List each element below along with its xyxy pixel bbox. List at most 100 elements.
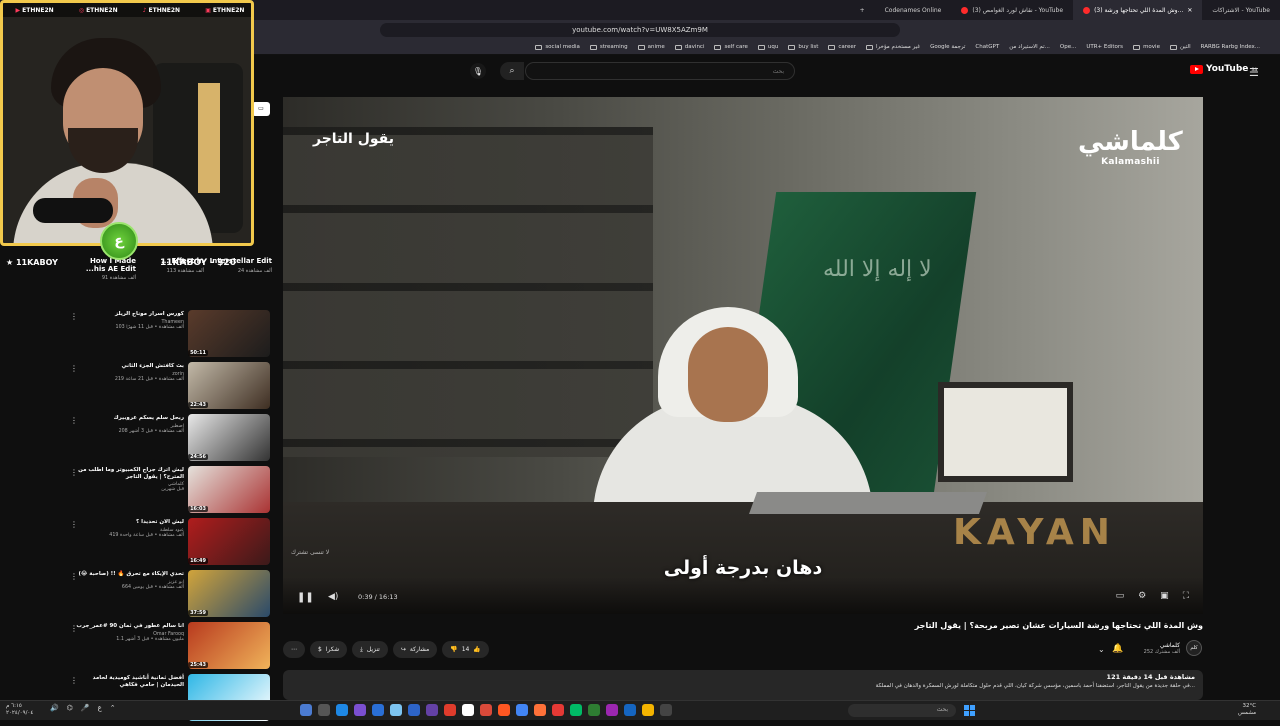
tab-subscriptions[interactable]: الاشتراكات - YouTube	[1202, 0, 1280, 20]
related-video-item[interactable]: ⋮ ليش اترك جراج الكمبيوتر وما اطلب من الم…	[68, 466, 272, 518]
bookmark-item[interactable]: davinci	[674, 44, 704, 50]
bookmark-item[interactable]: غير مستخدم مؤخرا	[865, 44, 920, 50]
tab-current-video[interactable]: (3) وش المدة اللي تحتاجها ورشة... ✕	[1073, 0, 1203, 20]
volume-icon[interactable]: ◀)	[328, 592, 338, 602]
menu-icon[interactable]: ☰	[1249, 66, 1259, 79]
related-video-item[interactable]: ⋮ ربحل سلم يسكم عروبيرك اصطبر 208 ألف مشاهد…	[68, 414, 272, 466]
related-title[interactable]: أفضل ثمانية أناشيد كوميدية لحامد الحيدما…	[74, 675, 184, 688]
chevron-down-icon[interactable]: ⌄	[1098, 645, 1105, 654]
like-dislike-button[interactable]: 👎 14 👍	[442, 641, 489, 658]
thanks-button[interactable]: $ شكرا	[310, 641, 348, 658]
tray-expand-icon[interactable]: ⌃	[110, 704, 116, 712]
share-button[interactable]: ↪ مشاركة	[392, 641, 438, 658]
download-button[interactable]: ⤓ تنزيل	[352, 641, 388, 658]
app-icon[interactable]	[336, 704, 348, 716]
mic-icon[interactable]: 🎙	[470, 63, 486, 79]
bookmark-item[interactable]: تم الاستيراد من...	[1009, 44, 1050, 50]
short-item[interactable]: Interstellar Edit 24 ألف مشاهدة	[206, 257, 272, 273]
video-player[interactable]: لا إله إلا الله KAYAN كلماشي Kalamashii …	[283, 97, 1203, 614]
weather-widget[interactable]: 32°C مشمس	[1238, 703, 1256, 716]
folder-icon[interactable]	[642, 704, 654, 716]
close-icon[interactable]: ✕	[1187, 7, 1192, 14]
windows-start-icon[interactable]	[964, 705, 975, 716]
app-icon[interactable]	[480, 704, 492, 716]
network-tray-icon[interactable]: ⌬	[67, 704, 73, 712]
settings-icon[interactable]: ⚙	[1138, 591, 1146, 601]
app-icon[interactable]	[462, 704, 474, 716]
related-video-item[interactable]: ⋮ كورس اسرار موناج الريلز Thameen 103 ألف م…	[68, 310, 272, 362]
url-field[interactable]: youtube.com/watch?v=UW8X5AZm9M	[380, 23, 900, 37]
app-icon[interactable]	[606, 704, 618, 716]
bookmark-item[interactable]: movie	[1133, 44, 1160, 50]
app-icon[interactable]	[444, 704, 456, 716]
firefox-icon[interactable]	[534, 704, 546, 716]
like-icon[interactable]: 👍	[473, 646, 480, 653]
youtube-logo[interactable]: YouTube SA	[1190, 64, 1257, 74]
bookmark-item[interactable]: التين	[1169, 44, 1191, 50]
bookmark-item[interactable]: career	[828, 44, 856, 50]
app-icon[interactable]	[372, 704, 384, 716]
channel-name[interactable]: كلماشي	[1144, 642, 1180, 649]
fullscreen-icon[interactable]: ⛶	[1183, 591, 1189, 601]
related-views: 208 ألف مشاهدة • قبل 3 أشهر	[118, 428, 184, 434]
sidebar-chip[interactable]: ▭	[252, 102, 270, 116]
app-icon[interactable]	[426, 704, 438, 716]
app-icon[interactable]	[552, 704, 564, 716]
app-icon[interactable]	[300, 704, 312, 716]
bookmark-item[interactable]: Ope...	[1060, 44, 1076, 50]
bookmark-item[interactable]: streaming	[589, 44, 628, 50]
channel-avatar[interactable]: كلم	[1186, 640, 1202, 656]
bookmark-item[interactable]: Google ترجمة	[930, 44, 965, 50]
short-item[interactable]: ... Effect in 113 ألف مشاهدة	[138, 257, 204, 273]
bell-icon[interactable]: 🔔	[1112, 644, 1123, 654]
short-item[interactable]: How I Made ...his AE Edit 91 ألف مشاهدة	[70, 257, 136, 281]
bookmark-item[interactable]: buy list	[788, 44, 818, 50]
app-icon[interactable]	[354, 704, 366, 716]
related-video-item[interactable]: ⋮ انا سالم عطور في ثمان 90 #عمر_جرب Omar F…	[68, 622, 272, 674]
dislike-icon[interactable]: 👎	[450, 646, 457, 653]
keyboard-lang-icon[interactable]: ع	[98, 704, 102, 712]
brave-icon[interactable]	[498, 704, 510, 716]
taskbar-search[interactable]: بحث	[848, 704, 956, 717]
outlook-icon[interactable]	[624, 704, 636, 716]
related-video-item[interactable]: ⋮ بث كافتش الجزء الثاني zorin 219 ألف مشاهد…	[68, 362, 272, 414]
chrome-icon[interactable]	[516, 704, 528, 716]
bookmark-item[interactable]: social media	[535, 44, 580, 50]
related-title[interactable]: كورس اسرار موناج الريلز	[74, 311, 184, 318]
related-title[interactable]: ربحل سلم يسكم عروبيرك	[74, 415, 184, 422]
app-icon[interactable]	[660, 704, 672, 716]
volume-tray-icon[interactable]: 🔊	[50, 704, 59, 712]
app-icon[interactable]	[408, 704, 420, 716]
related-title[interactable]: انا سالم عطور في ثمان 90 #عمر_جرب	[74, 623, 184, 630]
related-title[interactable]: تحدي الإيكاء مع تحرق 🔥 !! (صاحبة 😂)	[74, 571, 184, 578]
youtube-handle: ▶ ETHNE2N	[15, 6, 54, 14]
new-tab-button[interactable]: +	[850, 0, 875, 20]
bookmark-item[interactable]: anime	[637, 44, 665, 50]
app-icon[interactable]	[390, 704, 402, 716]
excel-icon[interactable]	[588, 704, 600, 716]
channel-info[interactable]: كلماشي 252 ألف مشترك كلم	[1144, 640, 1202, 656]
bookmark-item[interactable]: uqu	[757, 44, 778, 50]
miniplayer-icon[interactable]: ▣	[1160, 591, 1169, 601]
search-input[interactable]: بحث	[525, 62, 795, 80]
subtitles-icon[interactable]: ▭	[1116, 591, 1125, 601]
bookmark-item[interactable]: self care	[714, 44, 748, 50]
mic-tray-icon[interactable]: 🎤	[81, 704, 90, 712]
tab-codenames[interactable]: Codenames Online	[875, 0, 952, 20]
taskbar-clock[interactable]: ٦:١٥ م ٢٠٢٤/٠٩/٠٤	[6, 703, 33, 716]
related-video-item[interactable]: ⋮ ليش الان تحديدا ؟ عبود سلطنة 419 ألف مشاه…	[68, 518, 272, 570]
app-icon[interactable]	[318, 704, 330, 716]
tab-other-video[interactable]: (3) نقاش لورد الغوامص - YouTube	[951, 0, 1073, 20]
bookmark-item[interactable]: UTR+ Editors	[1086, 44, 1123, 50]
related-title[interactable]: ليش اترك جراج الكمبيوتر وما اطلب من المت…	[74, 467, 184, 480]
app-icon[interactable]	[570, 704, 582, 716]
bookmark-item[interactable]: ChatGPT	[975, 44, 999, 50]
related-title[interactable]: ليش الان تحديدا ؟	[74, 519, 184, 526]
bookmark-item[interactable]: RARBG Rarbg Index...	[1201, 44, 1260, 50]
video-description[interactable]: 121 مشاهدة قبل 14 دقيقة في حلقة جديدة من…	[283, 670, 1203, 700]
pause-icon[interactable]: ❚❚	[297, 592, 314, 603]
related-title[interactable]: بث كافتش الجزء الثاني	[74, 363, 184, 370]
related-video-item[interactable]: ⋮ تحدي الإيكاء مع تحرق 🔥 !! (صاحبة 😂) ابو …	[68, 570, 272, 622]
more-actions-button[interactable]: ⋯	[283, 641, 305, 658]
search-icon[interactable]: ⌕	[500, 62, 524, 80]
